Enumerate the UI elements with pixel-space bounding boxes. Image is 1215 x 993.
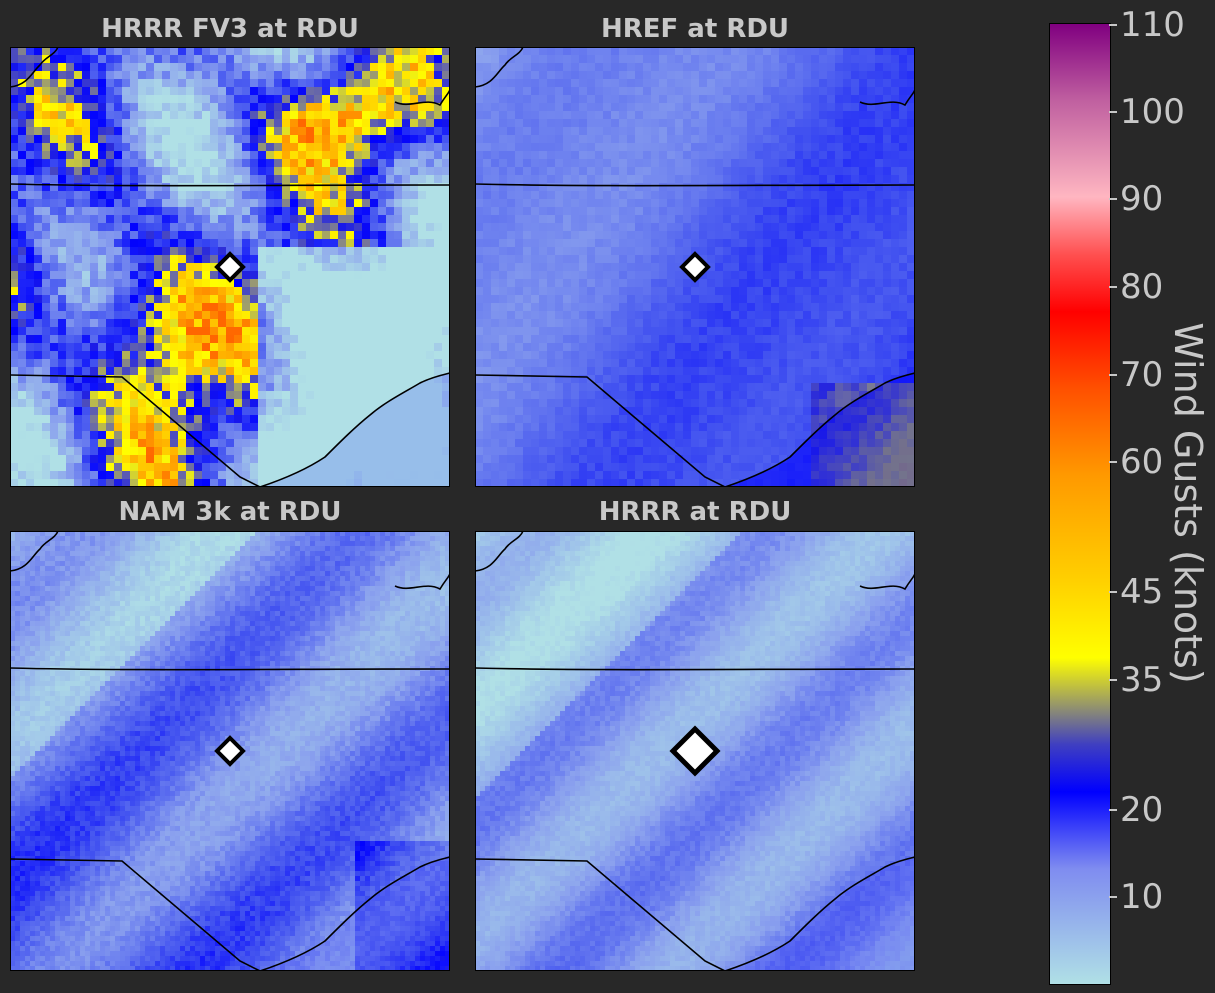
- colorbar-tick-mark: [1109, 591, 1117, 593]
- colorbar-tick-110: 110: [1120, 8, 1185, 42]
- colorbar-tick-mark: [1109, 461, 1117, 463]
- colorbar-label: Wind Gusts (knots): [1166, 322, 1210, 683]
- map-hrrr: [475, 531, 915, 971]
- colorbar-tick-100: 100: [1120, 95, 1185, 129]
- colorbar-tick-80: 80: [1120, 270, 1163, 304]
- map-href: [475, 47, 915, 487]
- colorbar-tick-mark: [1109, 896, 1117, 898]
- colorbar-tick-mark: [1109, 286, 1117, 288]
- colorbar: [1049, 23, 1111, 985]
- colorbar-tick-mark: [1109, 374, 1117, 376]
- colorbar-tick-35: 35: [1120, 663, 1163, 697]
- panel-title-hrrr-fv3: HRRR FV3 at RDU: [10, 14, 450, 44]
- panel-title-nam-3k: NAM 3k at RDU: [10, 497, 450, 527]
- panel-title-href: HREF at RDU: [475, 14, 915, 44]
- map-nam-3k: [10, 531, 450, 971]
- colorbar-tick-90: 90: [1120, 182, 1163, 216]
- map-field: [10, 47, 450, 487]
- map-field: [10, 531, 450, 971]
- colorbar-tick-70: 70: [1120, 358, 1163, 392]
- colorbar-tick-mark: [1109, 809, 1117, 811]
- colorbar-tick-mark: [1109, 111, 1117, 113]
- panel-title-hrrr: HRRR at RDU: [475, 497, 915, 527]
- colorbar-tick-45: 45: [1120, 575, 1163, 609]
- colorbar-tick-20: 20: [1120, 793, 1163, 827]
- colorbar-tick-mark: [1109, 198, 1117, 200]
- colorbar-tick-mark: [1109, 679, 1117, 681]
- map-field: [475, 47, 915, 487]
- colorbar-tick-10: 10: [1120, 880, 1163, 914]
- map-field: [475, 531, 915, 971]
- colorbar-tick-mark: [1109, 24, 1117, 26]
- map-hrrr-fv3: [10, 47, 450, 487]
- colorbar-tick-60: 60: [1120, 445, 1163, 479]
